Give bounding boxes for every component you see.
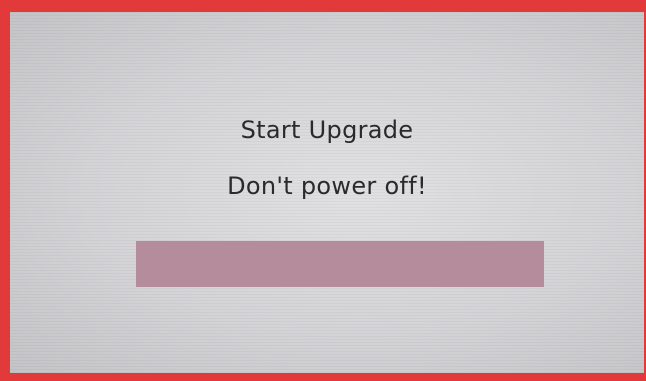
warning-message: Don't power off! <box>227 172 427 200</box>
screen-frame: Start Upgrade Don't power off! <box>0 0 646 381</box>
upgrade-title: Start Upgrade <box>240 116 414 144</box>
progress-bar <box>136 241 544 287</box>
upgrade-screen: Start Upgrade Don't power off! <box>10 12 644 373</box>
progress-bar-fill <box>136 241 544 287</box>
